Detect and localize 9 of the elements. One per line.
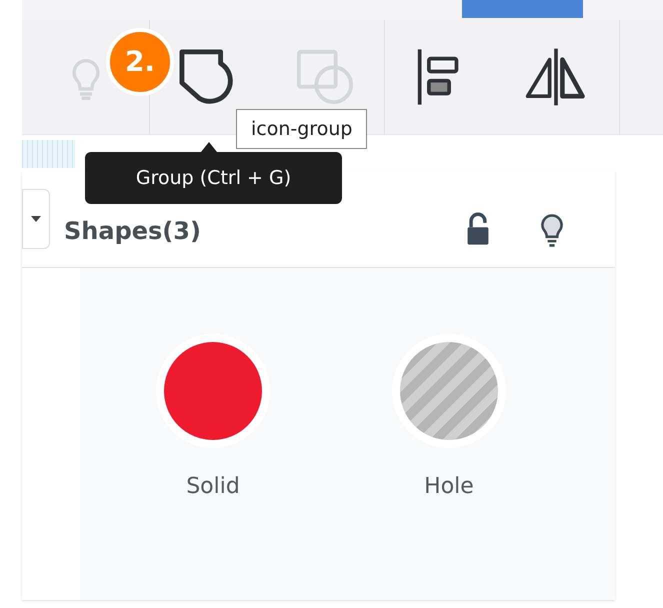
grid-pattern (22, 140, 75, 168)
title-tooltip: icon-group (236, 109, 368, 149)
solid-option[interactable]: Solid (135, 342, 291, 503)
lock-button[interactable] (465, 210, 491, 246)
unlocked-icon (465, 210, 491, 246)
hole-option[interactable]: Hole (371, 342, 527, 503)
panel-title: Shapes(3) (64, 216, 201, 246)
tooltip-text: Group (Ctrl + G) (136, 166, 292, 191)
caret-icon (31, 216, 41, 222)
